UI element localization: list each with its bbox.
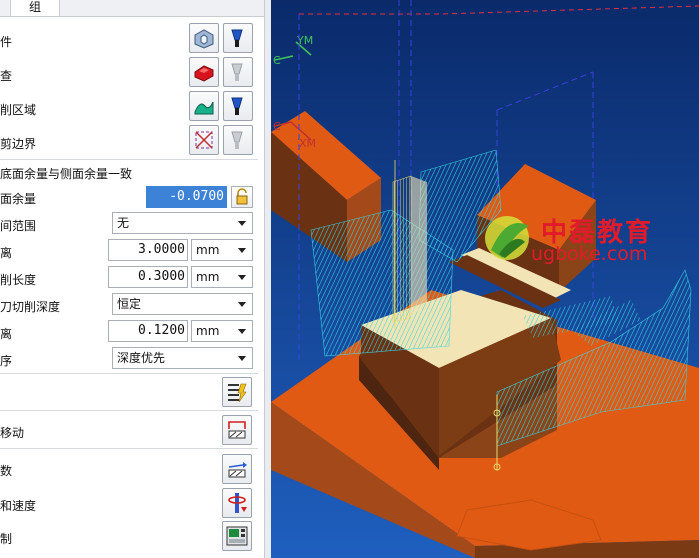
cutting-parameters-button[interactable] xyxy=(222,454,252,484)
axis-label-xm: XM xyxy=(299,137,316,150)
range-dropdown[interactable]: 无 xyxy=(112,212,253,234)
distance-label: 离 xyxy=(0,246,13,260)
range-label: 间范围 xyxy=(0,219,37,233)
divider xyxy=(0,373,258,374)
display-trim-boundary-button[interactable] xyxy=(223,125,253,155)
chevron-down-icon xyxy=(238,221,246,226)
graphics-viewport[interactable]: YM C C XM xyxy=(271,0,699,558)
depth-mode-dropdown[interactable]: 恒定 xyxy=(112,293,253,315)
operation-dialog: 组 件 查 削区域 剪边界 底面余量与侧面余量一致 面余量 -0.0700 间范… xyxy=(0,0,264,558)
non-cutting-moves-label: 移动 xyxy=(0,426,25,440)
order-dropdown[interactable]: 深度优先 xyxy=(112,347,253,369)
cut-area-icon xyxy=(194,101,214,115)
geometry-label-check: 查 xyxy=(0,69,13,83)
chevron-down-icon xyxy=(238,302,246,307)
distance2-unit-dropdown[interactable]: mm xyxy=(191,320,253,342)
tab-group[interactable]: 组 xyxy=(10,0,60,16)
feeds-speeds-button[interactable] xyxy=(222,488,252,518)
floor-stock-input[interactable]: -0.0700 xyxy=(146,186,227,208)
machine-control-label: 制 xyxy=(0,532,13,546)
depth-mode-value: 恒定 xyxy=(117,297,142,311)
geometry-label-trim-boundary: 剪边界 xyxy=(0,137,37,151)
model-scene: YM C C XM xyxy=(271,0,699,558)
divider xyxy=(0,410,258,411)
flashlight-icon xyxy=(231,29,243,47)
axis-label-c2: C xyxy=(273,120,281,133)
watermark-logo xyxy=(485,216,529,260)
feeds-speeds-label: 和速度 xyxy=(0,499,37,513)
part-geometry-icon xyxy=(194,29,214,49)
non-cutting-moves-icon xyxy=(228,421,246,439)
distance2-label: 离 xyxy=(0,327,13,341)
display-check-button[interactable] xyxy=(223,57,253,87)
floor-wall-same-label: 底面余量与侧面余量一致 xyxy=(0,167,133,181)
select-check-button[interactable] xyxy=(189,57,219,87)
range-value: 无 xyxy=(117,216,130,230)
divider xyxy=(0,159,258,160)
distance-input[interactable]: 3.0000 xyxy=(108,239,188,261)
panel-splitter[interactable] xyxy=(264,0,271,558)
trim-boundary-icon xyxy=(195,131,213,149)
select-cut-area-button[interactable] xyxy=(189,91,219,121)
select-trim-boundary-button[interactable] xyxy=(189,125,219,155)
parameters-label: 数 xyxy=(0,464,13,478)
display-cut-area-button[interactable] xyxy=(223,91,253,121)
link-lock-button[interactable] xyxy=(231,186,253,208)
cut-length-unit-dropdown[interactable]: mm xyxy=(191,266,253,288)
depth-mode-label: 刀切削深度 xyxy=(0,300,61,314)
cutting-parameters-icon xyxy=(228,462,247,478)
machine-control-button[interactable] xyxy=(222,521,252,551)
watermark-url: ugboke.com xyxy=(531,243,648,265)
distance2-unit-value: mm xyxy=(196,324,220,338)
chevron-down-icon xyxy=(238,356,246,361)
order-label: 序 xyxy=(0,354,13,368)
tab-bar: 组 xyxy=(0,0,264,17)
geometry-label-cut-area: 削区域 xyxy=(0,103,37,117)
divider xyxy=(0,448,258,449)
chevron-down-icon xyxy=(238,275,246,280)
distance-unit-value: mm xyxy=(196,243,220,257)
geometry-label-part: 件 xyxy=(0,35,13,49)
distance-unit-dropdown[interactable]: mm xyxy=(191,239,253,261)
chevron-down-icon xyxy=(238,329,246,334)
chevron-down-icon xyxy=(238,248,246,253)
check-geometry-icon xyxy=(194,65,214,82)
distance2-input[interactable]: 0.1200 xyxy=(108,320,188,342)
display-part-button[interactable] xyxy=(223,23,253,53)
cut-length-label: 削长度 xyxy=(0,273,37,287)
edit-list-icon xyxy=(228,383,247,403)
flashlight-disabled-icon xyxy=(231,63,243,81)
flashlight-icon xyxy=(231,97,243,115)
feeds-speeds-icon xyxy=(228,493,247,513)
non-cutting-moves-button[interactable] xyxy=(222,415,252,445)
axis-label-c1: C xyxy=(273,54,281,67)
select-part-button[interactable] xyxy=(189,23,219,53)
machine-control-icon xyxy=(226,526,248,546)
flashlight-disabled-icon xyxy=(231,131,243,149)
lock-icon xyxy=(236,188,248,205)
order-value: 深度优先 xyxy=(117,351,166,365)
cut-length-input[interactable]: 0.3000 xyxy=(108,266,188,288)
cut-length-unit-value: mm xyxy=(196,270,220,284)
edit-parameters-button[interactable] xyxy=(222,377,252,407)
floor-stock-label: 面余量 xyxy=(0,192,37,206)
